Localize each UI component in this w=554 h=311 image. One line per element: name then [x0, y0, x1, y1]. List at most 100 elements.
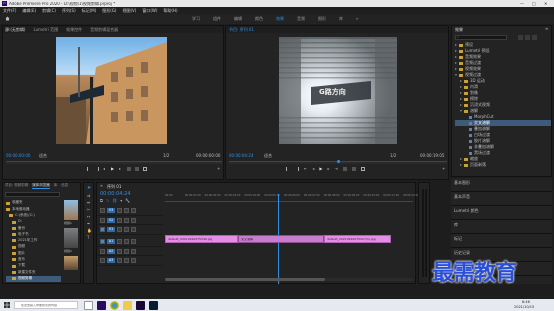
- mute-icon[interactable]: [131, 238, 136, 244]
- program-tab[interactable]: 节目: 序列 01: [229, 27, 254, 32]
- timeline-clip[interactable]: default_20210910075417(1).jpg: [324, 235, 391, 243]
- panel-menu-icon[interactable]: ≡: [545, 27, 548, 31]
- windows-start-icon[interactable]: [4, 302, 10, 308]
- menu-item[interactable]: 图形(G): [102, 8, 116, 13]
- mark-out-icon[interactable]: [95, 167, 99, 171]
- disclosure-icon[interactable]: [460, 164, 462, 166]
- collapsed-panel-section[interactable]: 基本声音: [451, 192, 552, 206]
- premiere-icon[interactable]: [97, 300, 106, 310]
- timeline-clip[interactable]: default_20210910075349.jpg: [165, 235, 238, 243]
- track-target-toggle[interactable]: A2: [107, 248, 115, 254]
- menu-item[interactable]: 窗口(W): [142, 8, 157, 13]
- mute-icon[interactable]: [131, 248, 136, 254]
- timeline-tab[interactable]: 序列 01: [107, 185, 121, 189]
- disclosure-icon[interactable]: [460, 98, 462, 100]
- taskbar-time[interactable]: 8:46: [522, 300, 530, 305]
- disclosure-icon[interactable]: [455, 74, 457, 76]
- photoshop-icon[interactable]: [149, 300, 158, 310]
- task-view-icon[interactable]: [84, 300, 93, 310]
- snap-icon[interactable]: ⊃: [106, 199, 109, 203]
- menu-item[interactable]: 序列(S): [62, 8, 76, 13]
- source-fit-dropdown[interactable]: 适合: [39, 154, 47, 158]
- close-icon[interactable]: ✕: [100, 184, 103, 189]
- source-patch-toggle[interactable]: [100, 238, 105, 244]
- track-target-toggle[interactable]: V2: [107, 217, 115, 223]
- close-button[interactable]: ✕: [544, 1, 547, 6]
- disclosure-icon[interactable]: [460, 86, 462, 88]
- media-encoder-icon[interactable]: [136, 300, 145, 310]
- source-scrubber[interactable]: [6, 161, 222, 164]
- disclosure-icon[interactable]: [460, 110, 462, 112]
- source-tab[interactable]: 源:(无剪辑): [5, 27, 25, 32]
- step-back-icon[interactable]: ◂: [103, 167, 107, 171]
- pen-tool-icon[interactable]: ✒: [87, 222, 92, 226]
- lock-track-icon[interactable]: [117, 227, 122, 233]
- type-tool-icon[interactable]: T: [87, 236, 92, 240]
- project-tab[interactable]: 项目: 视频剪辑: [5, 183, 28, 189]
- sync-lock-icon[interactable]: [124, 217, 129, 223]
- selection-tool-icon[interactable]: ➤: [87, 186, 92, 191]
- workspace-tab[interactable]: 学习: [192, 17, 200, 21]
- eye-icon[interactable]: [131, 217, 136, 223]
- collapsed-panel-section[interactable]: 标记: [451, 234, 552, 248]
- go-to-out-icon[interactable]: ⇥: [334, 167, 337, 171]
- lock-track-icon[interactable]: [117, 217, 122, 223]
- source-tab[interactable]: Lumetri 范围: [33, 27, 58, 32]
- nest-icon[interactable]: ⧉: [100, 199, 103, 203]
- sync-lock-icon[interactable]: [124, 248, 129, 254]
- effects-tree-item[interactable]: 页面剥落: [455, 162, 551, 168]
- disclosure-icon[interactable]: [460, 92, 462, 94]
- file-explorer-icon[interactable]: [123, 300, 132, 310]
- lock-track-icon[interactable]: [117, 207, 122, 213]
- mark-out-icon[interactable]: [295, 167, 299, 171]
- step-forward-icon[interactable]: ▸: [327, 167, 329, 171]
- eye-icon[interactable]: [131, 227, 136, 233]
- program-ratio[interactable]: 1/2: [390, 154, 396, 158]
- time-ruler[interactable]: 00:00 00:00:01:00 00:00:02:00 00:00:03:00 00…: [165, 194, 419, 202]
- insert-icon[interactable]: [127, 167, 131, 171]
- program-timecode[interactable]: 00:00:04:24: [229, 154, 253, 158]
- lock-track-icon[interactable]: [117, 248, 122, 254]
- accelerated-effects-icon[interactable]: [518, 35, 523, 40]
- workspace-tab[interactable]: »: [356, 17, 358, 21]
- add-marker-icon[interactable]: ▾: [120, 199, 122, 203]
- media-browser-folder[interactable]: 视频剪辑: [6, 275, 61, 282]
- razor-tool-icon[interactable]: ✂: [87, 208, 92, 212]
- slip-tool-icon[interactable]: ↔: [87, 215, 92, 219]
- project-tab[interactable]: 媒体浏览器: [32, 183, 50, 189]
- disclosure-icon[interactable]: [455, 68, 457, 70]
- timeline-scrollbar[interactable]: [165, 278, 413, 281]
- source-patch-toggle[interactable]: [100, 207, 105, 213]
- go-to-in-icon[interactable]: ⇤: [304, 167, 307, 171]
- linked-selection-icon[interactable]: ⛓: [112, 199, 117, 203]
- source-ratio[interactable]: 1/2: [163, 154, 169, 158]
- hand-tool-icon[interactable]: ✋: [87, 229, 92, 233]
- media-thumb[interactable]: [64, 228, 78, 248]
- mark-in-icon[interactable]: [87, 167, 91, 171]
- collapsed-panel-section[interactable]: 库: [451, 220, 552, 234]
- source-timecode[interactable]: 00:00:00:00: [6, 154, 30, 158]
- media-thumb[interactable]: [64, 200, 78, 220]
- step-forward-icon[interactable]: ▸: [119, 167, 123, 171]
- menu-item[interactable]: 文件(F): [3, 8, 16, 13]
- step-back-icon[interactable]: ◂: [312, 167, 314, 171]
- lift-icon[interactable]: [342, 167, 347, 171]
- source-tab[interactable]: 音频剪辑混合器: [90, 27, 118, 32]
- 32bit-effects-icon[interactable]: [525, 35, 530, 40]
- disclosure-icon[interactable]: [460, 158, 462, 160]
- program-playhead-icon[interactable]: [337, 160, 340, 163]
- ripple-edit-tool-icon[interactable]: ⇹: [87, 201, 92, 205]
- disclosure-icon[interactable]: [455, 50, 457, 52]
- lock-track-icon[interactable]: [117, 238, 122, 244]
- menu-item[interactable]: 编辑(E): [22, 8, 36, 13]
- disclosure-icon[interactable]: [460, 104, 462, 106]
- export-frame-icon[interactable]: [360, 167, 365, 171]
- source-patch-toggle[interactable]: [100, 248, 105, 254]
- collapsed-panel-section[interactable]: Lumetri 颜色: [451, 206, 552, 220]
- taskbar-search-box[interactable]: 在这里输入你要搜索的内容: [14, 301, 78, 309]
- workspace-tab[interactable]: 颜色: [255, 17, 263, 21]
- sync-lock-icon[interactable]: [124, 238, 129, 244]
- effects-search-field[interactable]: ⌕: [455, 35, 507, 40]
- source-tab[interactable]: 效果控件: [66, 27, 82, 32]
- media-thumb[interactable]: [64, 256, 78, 270]
